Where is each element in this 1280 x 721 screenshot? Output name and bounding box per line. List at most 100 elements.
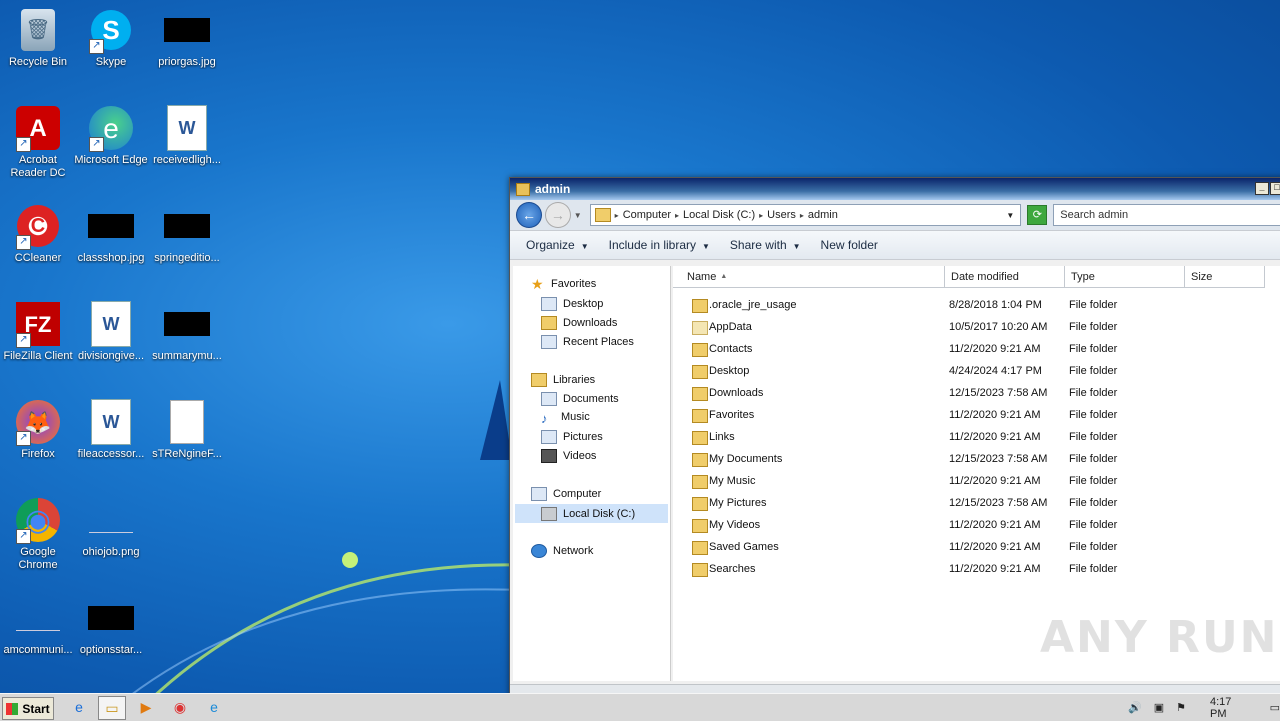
column-name[interactable]: Name ▲	[673, 266, 945, 288]
skype-icon: S ↗	[87, 6, 135, 54]
file-row[interactable]: Desktop 4/24/2024 4:17 PM File folder	[673, 362, 1280, 382]
desktop-icon-ccleaner[interactable]: C ↗ CCleaner	[0, 202, 76, 265]
file-date: 10/5/2017 10:20 AM	[949, 321, 1048, 333]
file-row[interactable]: .oracle_jre_usage 8/28/2018 1:04 PM File f…	[673, 296, 1280, 316]
file-row[interactable]: Links 11/2/2020 9:21 AM File folder	[673, 428, 1280, 448]
nav-pictures[interactable]: Pictures	[541, 430, 603, 444]
folder-icon	[692, 431, 708, 445]
desktop-icon-skype[interactable]: S ↗ Skype	[73, 6, 149, 69]
desktop-icon-label: springeditio...	[154, 252, 220, 264]
folder-icon	[692, 541, 708, 555]
refresh-icon[interactable]: ⟳	[1027, 205, 1048, 225]
word-doc-icon: W	[87, 300, 135, 348]
file-row[interactable]: My Documents 12/15/2023 7:58 AM File folde…	[673, 450, 1280, 470]
column-date-modified[interactable]: Date modified	[945, 266, 1065, 288]
desktop-icon-microsoft-edge[interactable]: e ↗ Microsoft Edge	[73, 104, 149, 167]
organize-button[interactable]: Organize ▼	[516, 238, 599, 252]
file-date: 11/2/2020 9:21 AM	[949, 519, 1041, 531]
file-row[interactable]: Downloads 12/15/2023 7:58 AM File folder	[673, 384, 1280, 404]
nav-downloads[interactable]: Downloads	[541, 316, 617, 330]
acrobat-icon: A ↗	[14, 104, 62, 152]
nav-favorites[interactable]: ★ Favorites	[531, 277, 596, 291]
nav-desktop[interactable]: Desktop	[541, 297, 603, 311]
desktop-icon-divisiongive[interactable]: Wdivisiongive...	[73, 300, 149, 363]
nav-recent-places[interactable]: Recent Places	[541, 335, 634, 349]
minimize-button[interactable]: _	[1255, 182, 1269, 195]
breadcrumb-users[interactable]: Users	[763, 209, 800, 221]
file-date: 11/2/2020 9:21 AM	[949, 431, 1041, 443]
nav-music[interactable]: ♪ Music	[541, 411, 590, 426]
desktop-icon-fileaccessor[interactable]: Wfileaccessor...	[73, 398, 149, 461]
clock[interactable]: 4:17 PM	[1210, 696, 1250, 720]
folder-icon	[692, 299, 708, 313]
desktop-icon-summarymu[interactable]: summarymu...	[149, 300, 225, 363]
nav-computer[interactable]: Computer	[531, 487, 601, 501]
forward-button[interactable]: →	[544, 202, 571, 228]
column-type[interactable]: Type	[1065, 266, 1185, 288]
desktop-icon-strenginef[interactable]: sTReNgineF...	[149, 398, 225, 461]
file-row[interactable]: My Videos 11/2/2020 9:21 AM File folder	[673, 516, 1280, 536]
column-size[interactable]: Size	[1185, 266, 1265, 288]
nav-local-disk[interactable]: Local Disk (C:)	[515, 504, 668, 523]
file-row[interactable]: Favorites 11/2/2020 9:21 AM File folder	[673, 406, 1280, 426]
breadcrumb-admin[interactable]: admin	[804, 209, 842, 221]
taskbar: Start e ▭ ▶ ◉ e 🔊 ▣ ⚑ 4:17 PM ▭	[0, 693, 1280, 721]
desktop-icon-label: Microsoft Edge	[74, 154, 148, 166]
include-in-library-button[interactable]: Include in library ▼	[599, 238, 720, 252]
caret-down-icon: ▼	[580, 242, 589, 251]
desktop-icon-label: Google Chrome	[18, 546, 58, 571]
chrome-taskbar-icon[interactable]: ◉	[171, 698, 189, 716]
desktop-icon-receivedligh[interactable]: Wreceivedligh...	[149, 104, 225, 167]
maximize-button[interactable]: □	[1270, 182, 1280, 195]
desktop-icon-filezilla-client[interactable]: FZ ↗ FileZilla Client	[0, 300, 76, 363]
file-name: Desktop	[709, 365, 750, 377]
address-bar[interactable]: ▸ Computer ▸ Local Disk (C:) ▸ Users ▸ a…	[589, 204, 1022, 226]
breadcrumb-local-disk[interactable]: Local Disk (C:)	[679, 209, 759, 221]
edge-taskbar-icon[interactable]: e	[205, 698, 223, 716]
file-row[interactable]: AppData 10/5/2017 10:20 AM File folder	[673, 318, 1280, 338]
nav-documents[interactable]: Documents	[541, 392, 619, 406]
desktop-icon-acrobat-reader-dc[interactable]: A ↗ Acrobat Reader DC	[0, 104, 76, 180]
desktop-icon-recycle-bin[interactable]: 🗑 Recycle Bin	[0, 6, 76, 69]
address-dropdown-icon[interactable]: ▼	[1006, 211, 1014, 220]
include-label: Include in library	[608, 238, 696, 252]
volume-icon[interactable]: 🔊	[1128, 701, 1142, 714]
breadcrumb-computer[interactable]: Computer	[619, 209, 675, 221]
image-file-icon	[163, 6, 211, 54]
nav-libraries[interactable]: Libraries	[531, 373, 595, 387]
media-player-icon[interactable]: ▶	[137, 698, 155, 716]
desktop-icon-optionsstar[interactable]: optionsstar...	[73, 594, 149, 657]
file-row[interactable]: Contacts 11/2/2020 9:21 AM File folder	[673, 340, 1280, 360]
file-row[interactable]: My Music 11/2/2020 9:21 AM File folder	[673, 472, 1280, 492]
network-tray-icon[interactable]: ▣	[1154, 701, 1164, 714]
file-type: File folder	[1069, 431, 1118, 443]
file-type: File folder	[1069, 299, 1118, 311]
explorer-taskbar-icon[interactable]: ▭	[98, 696, 126, 720]
file-name: AppData	[709, 321, 752, 333]
internet-explorer-icon[interactable]: e	[70, 698, 88, 716]
search-input[interactable]: Search admin	[1053, 204, 1280, 226]
desktop-icon-priorgas-jpg[interactable]: priorgas.jpg	[149, 6, 225, 69]
file-row[interactable]: Searches 11/2/2020 9:21 AM File folder	[673, 560, 1280, 580]
desktop-icon-google-chrome[interactable]: ◉ ↗ Google Chrome	[0, 496, 76, 572]
desktop-icon-firefox[interactable]: 🦊 ↗ Firefox	[0, 398, 76, 461]
desktop-icon-amcommuni[interactable]: amcommuni...	[0, 594, 76, 657]
desktop-icon-ohiojob-png[interactable]: ohiojob.png	[73, 496, 149, 559]
title-bar[interactable]: admin _ □	[510, 178, 1280, 200]
action-center-flag-icon[interactable]: ⚑	[1176, 701, 1186, 714]
back-button[interactable]: ←	[516, 202, 542, 228]
start-button[interactable]: Start	[2, 697, 54, 720]
nav-label: Recent Places	[563, 336, 634, 348]
file-name: .oracle_jre_usage	[709, 299, 797, 311]
file-row[interactable]: Saved Games 11/2/2020 9:21 AM File folder	[673, 538, 1280, 558]
nav-label: Network	[553, 545, 594, 557]
new-folder-button[interactable]: New folder	[811, 238, 888, 252]
nav-videos[interactable]: Videos	[541, 449, 596, 463]
nav-network[interactable]: Network	[531, 544, 593, 558]
desktop-icon-classshop-jpg[interactable]: classshop.jpg	[73, 202, 149, 265]
share-with-button[interactable]: Share with ▼	[720, 238, 811, 252]
desktop-icon-springeditio[interactable]: springeditio...	[149, 202, 225, 265]
show-desktop-icon[interactable]: ▭	[1270, 701, 1280, 714]
file-row[interactable]: My Pictures 12/15/2023 7:58 AM File folder	[673, 494, 1280, 514]
history-dropdown-icon[interactable]: ▼	[574, 211, 582, 220]
